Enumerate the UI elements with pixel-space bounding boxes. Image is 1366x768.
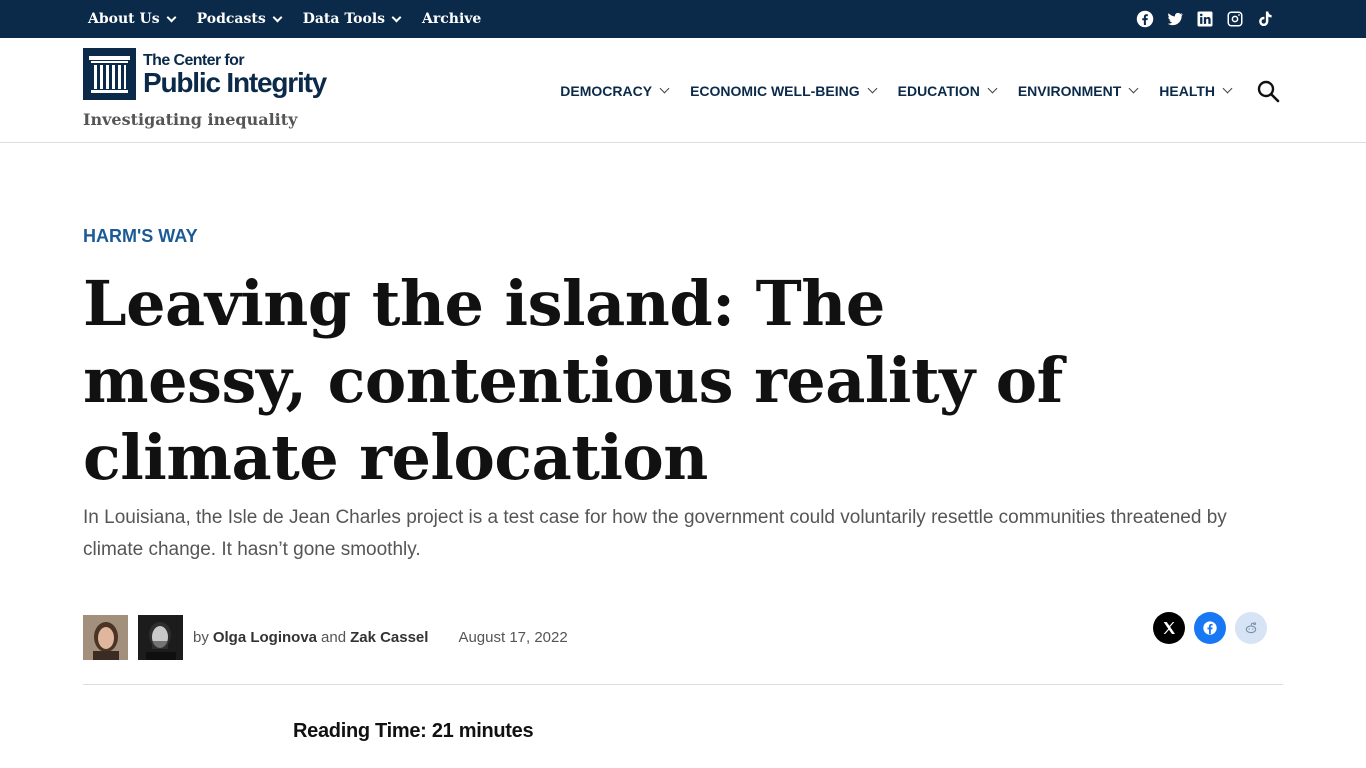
nav-environment[interactable]: ENVIRONMENT xyxy=(1017,82,1139,99)
site-header: The Center for Public Integrity Investig… xyxy=(0,38,1366,143)
reddit-share-button[interactable] xyxy=(1235,612,1267,644)
byline-text: by Olga Loginova and Zak Cassel xyxy=(193,629,428,646)
avatar[interactable] xyxy=(138,615,183,660)
nav-label: ECONOMIC WELL-BEING xyxy=(690,82,860,99)
social-links xyxy=(1136,0,1274,38)
site-tagline: Investigating inequality xyxy=(83,110,298,129)
nav-label: EDUCATION xyxy=(897,82,980,99)
chevron-down-icon xyxy=(272,12,283,22)
divider xyxy=(83,684,1283,685)
chevron-down-icon xyxy=(987,83,998,94)
utility-nav: About Us Podcasts Data Tools Archive xyxy=(88,0,481,38)
chevron-down-icon xyxy=(391,12,402,22)
facebook-icon[interactable] xyxy=(1136,10,1154,28)
nav-democracy[interactable]: DEMOCRACY xyxy=(560,82,670,99)
nav-economic-well-being[interactable]: ECONOMIC WELL-BEING xyxy=(690,82,878,99)
nav-health[interactable]: HEALTH xyxy=(1159,82,1233,99)
utility-nav-podcasts[interactable]: Podcasts xyxy=(196,11,283,27)
byline-conjunction: and xyxy=(321,629,347,646)
author-link-1[interactable]: Olga Loginova xyxy=(213,629,317,646)
byline-prefix: by xyxy=(193,629,209,646)
nav-education[interactable]: EDUCATION xyxy=(897,82,998,99)
author-link-2[interactable]: Zak Cassel xyxy=(350,629,428,646)
facebook-icon xyxy=(1203,621,1217,635)
reading-time-value: 21 minutes xyxy=(431,720,534,742)
main-nav: DEMOCRACY ECONOMIC WELL-BEING EDUCATION … xyxy=(560,38,1233,143)
chevron-down-icon xyxy=(1222,83,1233,94)
utility-bar: About Us Podcasts Data Tools Archive xyxy=(0,0,1366,38)
publish-date: August 17, 2022 xyxy=(458,629,568,646)
utility-nav-about-us[interactable]: About Us xyxy=(88,11,177,27)
category-kicker[interactable]: HARM'S WAY xyxy=(83,226,198,247)
utility-nav-label: Podcasts xyxy=(196,11,266,27)
chevron-down-icon xyxy=(867,83,878,94)
reading-time-label: Reading Time: xyxy=(293,720,427,742)
facebook-share-button[interactable] xyxy=(1194,612,1226,644)
article-dek: In Louisiana, the Isle de Jean Charles p… xyxy=(83,507,1227,560)
nav-label: DEMOCRACY xyxy=(560,82,653,99)
tiktok-icon[interactable] xyxy=(1256,10,1274,28)
nav-label: HEALTH xyxy=(1159,82,1215,99)
logo-wordmark: The Center for Public Integrity xyxy=(143,48,327,98)
reading-time: Reading Time: 21 minutes xyxy=(293,720,534,743)
chevron-down-icon xyxy=(659,83,670,94)
instagram-icon[interactable] xyxy=(1226,10,1244,28)
x-share-button[interactable] xyxy=(1153,612,1185,644)
byline: by Olga Loginova and Zak Cassel August 1… xyxy=(83,615,568,660)
chevron-down-icon xyxy=(166,12,177,22)
chevron-down-icon xyxy=(1128,83,1139,94)
search-icon[interactable] xyxy=(1256,79,1280,103)
article-headline: Leaving the island: The messy, contentio… xyxy=(83,267,1063,494)
nav-label: ENVIRONMENT xyxy=(1017,82,1122,99)
utility-nav-label: Archive xyxy=(422,11,482,27)
avatar[interactable] xyxy=(83,615,128,660)
twitter-icon[interactable] xyxy=(1166,10,1184,28)
site-logo[interactable]: The Center for Public Integrity xyxy=(83,48,327,100)
x-icon xyxy=(1163,622,1175,634)
logo-line2: Public Integrity xyxy=(143,67,327,98)
utility-nav-label: About Us xyxy=(88,11,160,27)
share-buttons xyxy=(1153,612,1267,644)
utility-nav-label: Data Tools xyxy=(302,11,386,27)
column-logo-icon xyxy=(83,48,136,100)
utility-nav-archive[interactable]: Archive xyxy=(422,11,481,27)
reddit-icon xyxy=(1245,622,1257,634)
utility-nav-data-tools[interactable]: Data Tools xyxy=(302,11,402,27)
linkedin-icon[interactable] xyxy=(1196,10,1214,28)
